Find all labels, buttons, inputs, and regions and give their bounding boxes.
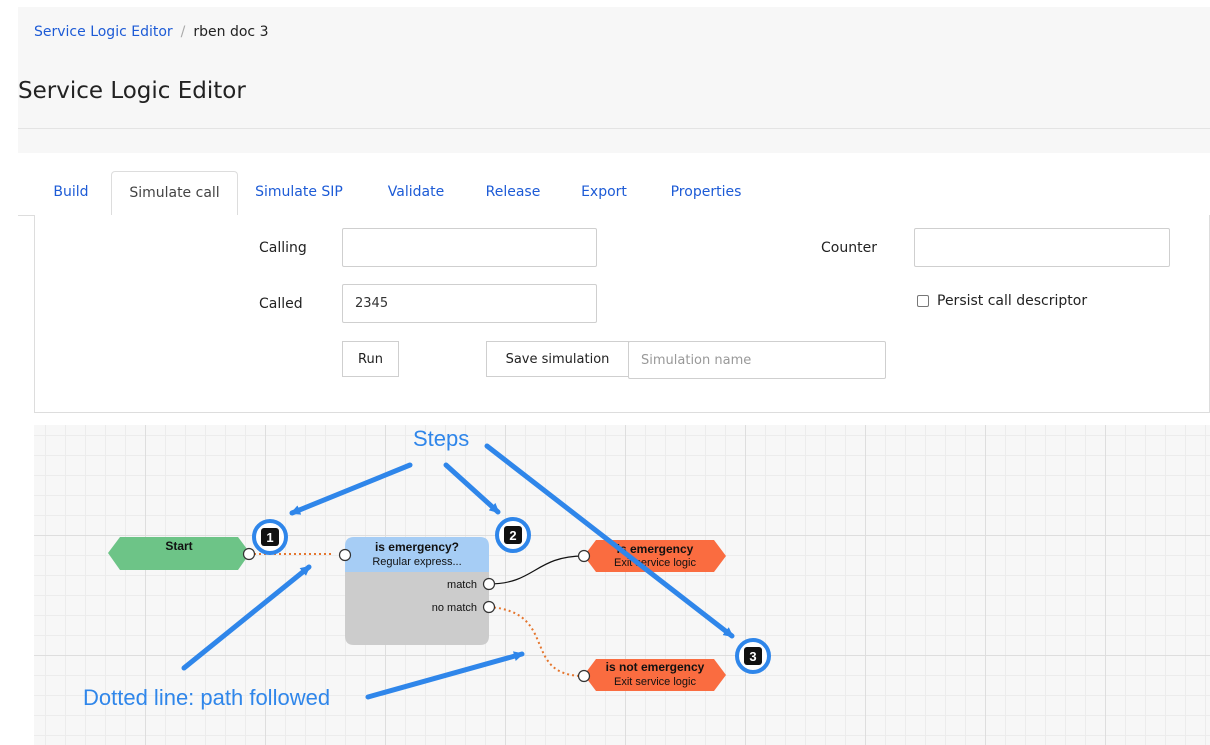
decision-output-no-match-label: no match [432, 602, 477, 614]
exit-is-emergency-subtitle: Exit service logic [614, 557, 696, 569]
tab-validate[interactable]: Validate [378, 171, 454, 215]
decision-input-port[interactable] [338, 548, 352, 562]
save-simulation-button[interactable]: Save simulation [486, 341, 629, 377]
breadcrumb: Service Logic Editor / rben doc 3 [18, 7, 1210, 54]
calling-input[interactable] [342, 228, 597, 267]
exit-is-not-emergency-input-port[interactable] [577, 669, 591, 683]
tab-release[interactable]: Release [478, 171, 548, 215]
called-input[interactable] [342, 284, 597, 323]
tab-simulate-call[interactable]: Simulate call [111, 171, 238, 216]
persist-call-descriptor-checkbox[interactable] [917, 295, 929, 307]
called-label: Called [259, 296, 303, 312]
tab-build[interactable]: Build [42, 171, 100, 215]
start-node[interactable]: Start [108, 537, 256, 570]
breadcrumb-root-link[interactable]: Service Logic Editor [34, 24, 173, 40]
page-title: Service Logic Editor [18, 78, 246, 104]
exit-is-not-emergency-subtitle: Exit service logic [614, 676, 696, 688]
breadcrumb-current: rben doc 3 [193, 24, 269, 40]
start-output-port[interactable] [242, 547, 256, 561]
decision-title: is emergency? [375, 540, 459, 554]
decision-output-match-port[interactable] [482, 577, 496, 591]
counter-label: Counter [821, 240, 877, 256]
breadcrumb-separator: / [180, 24, 186, 40]
calling-label: Calling [259, 240, 307, 256]
decision-node[interactable]: is emergency? Regular express... match n… [338, 537, 496, 645]
exit-is-not-emergency-node[interactable]: is not emergency Exit service logic [577, 659, 727, 691]
decision-subtitle: Regular express... [372, 556, 461, 568]
tab-bar: Build Simulate call Simulate SIP Validat… [18, 171, 1210, 216]
persist-call-descriptor-label: Persist call descriptor [937, 293, 1088, 309]
exit-is-not-emergency-title: is not emergency [606, 660, 705, 674]
exit-is-emergency-title: is emergency [617, 542, 694, 556]
tab-simulate-sip[interactable]: Simulate SIP [250, 171, 348, 215]
counter-input[interactable] [914, 228, 1170, 267]
decision-output-no-match-port[interactable] [482, 600, 496, 614]
decision-output-match-label: match [447, 579, 477, 591]
flow-canvas[interactable] [34, 425, 1210, 745]
run-button[interactable]: Run [342, 341, 399, 377]
title-divider [18, 128, 1210, 129]
tab-export[interactable]: Export [573, 171, 635, 215]
tab-properties[interactable]: Properties [661, 171, 751, 215]
simulation-name-input[interactable] [628, 341, 886, 379]
start-node-label: Start [165, 539, 192, 553]
exit-is-emergency-node[interactable]: is emergency Exit service logic [577, 540, 727, 572]
exit-is-emergency-input-port[interactable] [577, 549, 591, 563]
